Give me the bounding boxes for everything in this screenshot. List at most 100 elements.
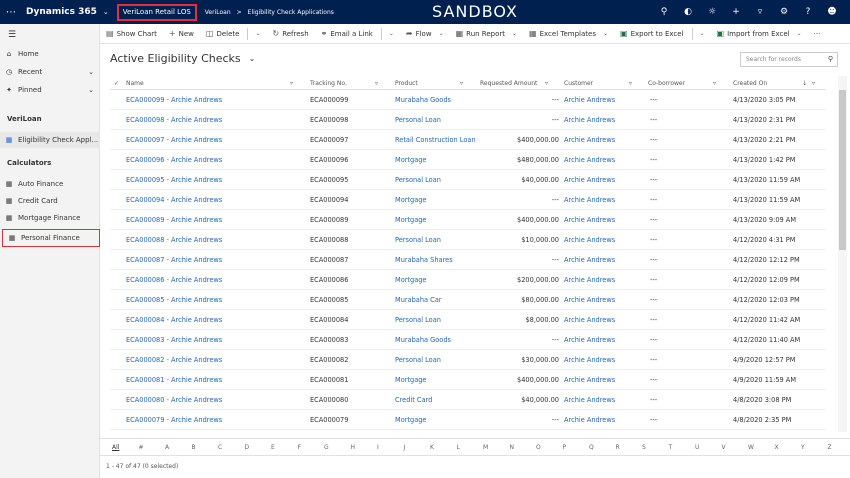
alphabet-letter[interactable]: D xyxy=(245,444,250,451)
table-row[interactable]: ECA000089 - Archie Andrews ECA000089 Mortg… xyxy=(110,210,826,230)
cell-customer[interactable]: Archie Andrews xyxy=(564,176,615,184)
chevron-down-icon[interactable]: ⌄ xyxy=(700,30,705,37)
alphabet-letter[interactable]: # xyxy=(139,444,144,451)
alphabet-letter[interactable]: F xyxy=(298,444,301,451)
lightbulb-icon[interactable]: ☼ xyxy=(700,0,724,24)
cell-customer[interactable]: Archie Andrews xyxy=(564,336,615,344)
cell-product[interactable]: Murabaha Shares xyxy=(395,256,453,264)
alphabet-letter[interactable]: V xyxy=(722,444,726,451)
filter-icon[interactable]: ▿ xyxy=(290,80,293,87)
module-name[interactable]: VeriLoan Retail LOS xyxy=(116,3,197,21)
sidebar-item-recent[interactable]: ◷ Recent ⌄ xyxy=(0,64,100,80)
alphabet-letter[interactable]: G xyxy=(324,444,329,451)
sidebar-item-auto-finance[interactable]: ▦ Auto Finance xyxy=(0,176,100,192)
alphabet-letter[interactable]: K xyxy=(430,444,434,451)
filter-icon[interactable]: ▿ xyxy=(629,80,632,87)
column-tracking-no[interactable]: Tracking No. xyxy=(310,80,347,87)
table-row[interactable]: ECA000083 - Archie Andrews ECA000083 Murab… xyxy=(110,330,826,350)
cell-name[interactable]: ECA000097 - Archie Andrews xyxy=(126,136,222,144)
run-report-button[interactable]: ▦ Run Report ⌄ xyxy=(450,24,523,44)
sidebar-item-personal-finance[interactable]: ▦ Personal Finance xyxy=(2,229,100,247)
alphabet-letter[interactable]: M xyxy=(483,444,488,451)
table-row[interactable]: ECA000096 - Archie Andrews ECA000096 Mortg… xyxy=(110,150,826,170)
sidebar-item-credit-card[interactable]: ▦ Credit Card xyxy=(0,193,100,209)
cell-name[interactable]: ECA000096 - Archie Andrews xyxy=(126,156,222,164)
sidebar-item-pinned[interactable]: ✦ Pinned ⌄ xyxy=(0,82,100,98)
cell-name[interactable]: ECA000099 - Archie Andrews xyxy=(126,96,222,104)
import-excel-button[interactable]: ▣ Import from Excel ⌄ xyxy=(711,24,808,44)
column-co-borrower[interactable]: Co-borrower xyxy=(648,80,685,87)
filter-icon[interactable]: ▿ xyxy=(375,80,378,87)
cell-customer[interactable]: Archie Andrews xyxy=(564,416,615,424)
chevron-down-icon[interactable]: ⌄ xyxy=(389,30,394,37)
more-commands-button[interactable]: ··· xyxy=(808,24,827,44)
help-icon[interactable]: ? xyxy=(796,0,820,24)
alphabet-letter[interactable]: E xyxy=(271,444,275,451)
table-row[interactable]: ECA000088 - Archie Andrews ECA000088 Perso… xyxy=(110,230,826,250)
user-icon[interactable]: ☻ xyxy=(820,0,844,24)
table-row[interactable]: ECA000084 - Archie Andrews ECA000084 Perso… xyxy=(110,310,826,330)
delete-button[interactable]: ◫ Delete ⌄ xyxy=(200,24,267,44)
alphabet-letter[interactable]: Z xyxy=(828,444,832,451)
filter-icon[interactable]: ▿ xyxy=(545,80,548,87)
cell-customer[interactable]: Archie Andrews xyxy=(564,156,615,164)
table-row[interactable]: ECA000097 - Archie Andrews ECA000097 Retai… xyxy=(110,130,826,150)
alphabet-letter[interactable]: I xyxy=(377,444,379,451)
cell-customer[interactable]: Archie Andrews xyxy=(564,256,615,264)
cell-customer[interactable]: Archie Andrews xyxy=(564,376,615,384)
alphabet-letter[interactable]: R xyxy=(616,444,620,451)
cell-product[interactable]: Murabaha Goods xyxy=(395,96,451,104)
filter-icon[interactable]: ▿ xyxy=(812,80,815,87)
chevron-down-icon[interactable]: ⌄ xyxy=(103,8,109,16)
cell-product[interactable]: Retail Construction Loan xyxy=(395,136,476,144)
filter-icon[interactable]: ▿ xyxy=(748,0,772,24)
table-row[interactable]: ECA000087 - Archie Andrews ECA000087 Murab… xyxy=(110,250,826,270)
search-input[interactable]: Search for records ⚲ xyxy=(740,52,838,67)
filter-icon[interactable]: ▿ xyxy=(460,80,463,87)
new-button[interactable]: + New xyxy=(163,24,200,44)
column-customer[interactable]: Customer xyxy=(564,80,593,87)
alphabet-letter[interactable]: B xyxy=(192,444,196,451)
cell-name[interactable]: ECA000083 - Archie Andrews xyxy=(126,336,222,344)
search-icon[interactable]: ⚲ xyxy=(652,0,676,24)
table-row[interactable]: ECA000082 - Archie Andrews ECA000082 Perso… xyxy=(110,350,826,370)
cell-name[interactable]: ECA000089 - Archie Andrews xyxy=(126,216,222,224)
select-all-checkbox[interactable]: ✓ xyxy=(114,80,119,87)
alphabet-letter[interactable]: A xyxy=(165,444,169,451)
alphabet-letter[interactable]: J xyxy=(404,444,406,451)
cell-name[interactable]: ECA000095 - Archie Andrews xyxy=(126,176,222,184)
show-chart-button[interactable]: ▤ Show Chart xyxy=(100,24,163,44)
cell-product[interactable]: Personal Loan xyxy=(395,236,441,244)
cell-product[interactable]: Mortgage xyxy=(395,216,427,224)
cell-customer[interactable]: Archie Andrews xyxy=(564,116,615,124)
hamburger-icon[interactable]: ☰ xyxy=(8,30,16,40)
cell-name[interactable]: ECA000082 - Archie Andrews xyxy=(126,356,222,364)
cell-product[interactable]: Murabaha Goods xyxy=(395,336,451,344)
table-row[interactable]: ECA000086 - Archie Andrews ECA000086 Mortg… xyxy=(110,270,826,290)
email-link-button[interactable]: ⚭ Email a Link ⌄ xyxy=(315,24,400,44)
sidebar-item-mortgage-finance[interactable]: ▦ Mortgage Finance xyxy=(0,210,100,226)
cell-product[interactable]: Mortgage xyxy=(395,156,427,164)
cell-product[interactable]: Mortgage xyxy=(395,376,427,384)
breadcrumb-veriloan[interactable]: VeriLoan xyxy=(205,9,231,16)
breadcrumb-eca[interactable]: Eligibility Check Applications xyxy=(248,9,334,16)
cell-product[interactable]: Mortgage xyxy=(395,196,427,204)
assistant-icon[interactable]: ◐ xyxy=(676,0,700,24)
cell-name[interactable]: ECA000080 - Archie Andrews xyxy=(126,396,222,404)
cell-name[interactable]: ECA000079 - Archie Andrews xyxy=(126,416,222,424)
cell-product[interactable]: Murabaha Car xyxy=(395,296,442,304)
cell-customer[interactable]: Archie Andrews xyxy=(564,216,615,224)
cell-product[interactable]: Personal Loan xyxy=(395,176,441,184)
cell-customer[interactable]: Archie Andrews xyxy=(564,196,615,204)
excel-templates-button[interactable]: ▦ Excel Templates ⌄ xyxy=(523,24,614,44)
table-row[interactable]: ECA000098 - Archie Andrews ECA000098 Perso… xyxy=(110,110,826,130)
alphabet-letter[interactable]: P xyxy=(563,444,567,451)
search-icon[interactable]: ⚲ xyxy=(828,55,833,63)
sidebar-item-home[interactable]: ⌂ Home xyxy=(0,46,100,62)
cell-product[interactable]: Personal Loan xyxy=(395,116,441,124)
refresh-button[interactable]: ↻ Refresh xyxy=(267,24,315,44)
cell-customer[interactable]: Archie Andrews xyxy=(564,396,615,404)
cell-product[interactable]: Personal Loan xyxy=(395,356,441,364)
table-row[interactable]: ECA000095 - Archie Andrews ECA000095 Perso… xyxy=(110,170,826,190)
alphabet-letter[interactable]: O xyxy=(536,444,541,451)
